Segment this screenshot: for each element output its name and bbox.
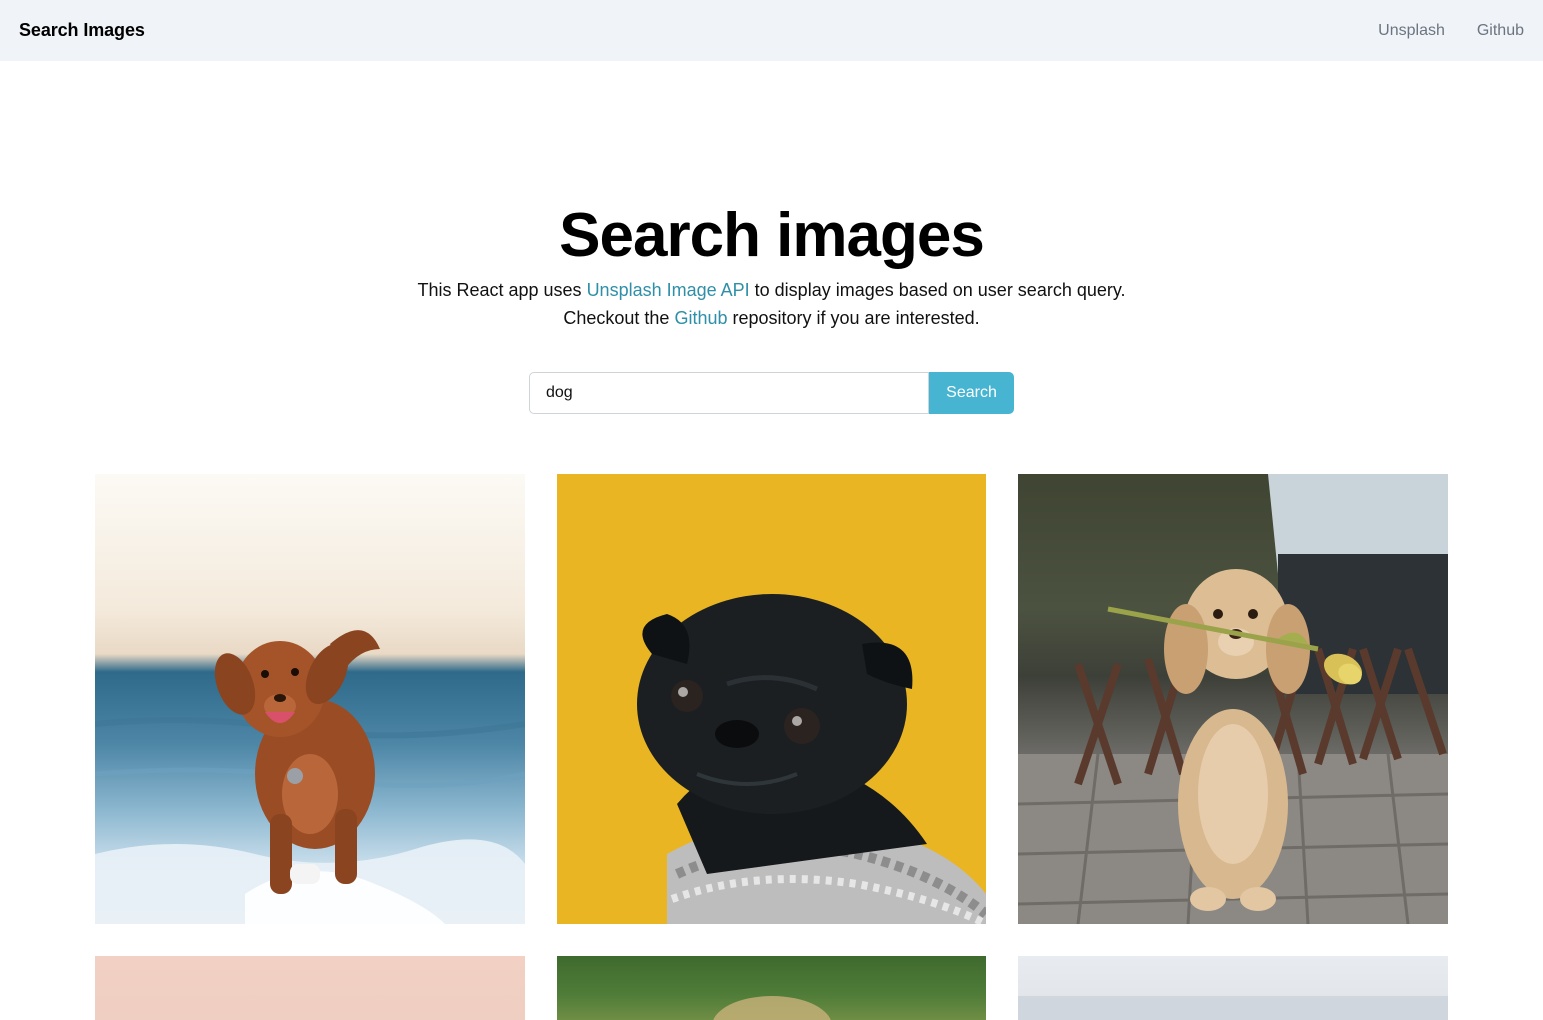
page-title: Search images	[559, 201, 985, 270]
hero-section: Search images This React app uses Unspla…	[0, 200, 1543, 332]
hero-text: This React app uses	[417, 280, 587, 300]
image-card-pug[interactable]	[557, 474, 986, 924]
green-image-illustration	[713, 996, 831, 1020]
brand-logo[interactable]: Search Images	[19, 20, 145, 41]
hero-description-line-2: Checkout the Github repository if you ar…	[0, 304, 1543, 332]
hero-description-line-1: This React app uses Unsplash Image API t…	[0, 276, 1543, 304]
image-card-beach-dog[interactable]	[95, 474, 525, 924]
hero-text: repository if you are interested.	[727, 308, 980, 328]
image-card-golden-puppy[interactable]	[1018, 474, 1448, 924]
image-card-5[interactable]	[557, 956, 986, 1020]
nav-links: Unsplash Github	[1378, 22, 1524, 40]
beach-dog-illustration	[95, 630, 525, 924]
search-form: Search	[529, 372, 1014, 414]
github-repo-link[interactable]: Github	[674, 308, 727, 328]
unsplash-api-link[interactable]: Unsplash Image API	[587, 280, 750, 300]
image-card-6[interactable]	[1018, 956, 1448, 1020]
navbar: Search Images Unsplash Github	[0, 0, 1543, 61]
pug-illustration	[637, 594, 986, 924]
hero-text: to display images based on user search q…	[749, 280, 1126, 300]
grey-image-illustration	[1018, 996, 1448, 1020]
golden-puppy-illustration	[1018, 474, 1448, 924]
image-card-4[interactable]	[95, 956, 525, 1020]
nav-link-github[interactable]: Github	[1477, 22, 1524, 40]
nav-link-unsplash[interactable]: Unsplash	[1378, 22, 1445, 40]
hero-text: Checkout the	[563, 308, 675, 328]
search-button[interactable]: Search	[929, 372, 1014, 414]
search-input[interactable]	[529, 372, 929, 414]
